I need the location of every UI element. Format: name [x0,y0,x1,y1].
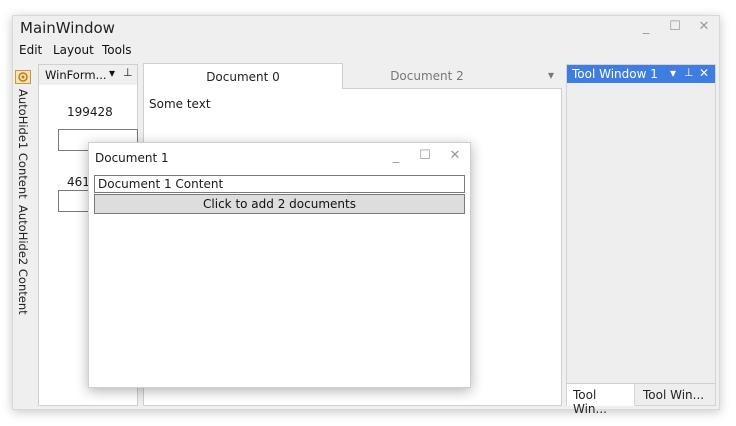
maximize-button[interactable]: ☐ [664,19,686,34]
dropdown-icon[interactable]: ▾ [109,66,115,80]
winforms-panel-header: WinForm... ▾ ⊥ [39,65,137,85]
winforms-icon [18,72,28,82]
floating-close-button[interactable]: ✕ [444,148,466,163]
autohide-item-1[interactable]: AutoHide1 Content [16,89,30,199]
autohide-item-2[interactable]: AutoHide2 Content [16,205,30,315]
winforms-value-2: 461 [67,175,90,189]
winforms-value-1: 199428 [67,105,113,119]
floating-document-window: Document 1 _ ☐ ✕ Document 1 Content Clic… [88,142,471,388]
tool-window-panel [566,64,716,406]
maximize-icon: ☐ [419,148,431,163]
floating-minimize-button[interactable]: _ [385,149,407,164]
document-0-content: Some text [149,97,211,111]
window-title: MainWindow [20,19,115,37]
maximize-icon: ☐ [669,19,681,34]
tool-window-tab-1[interactable]: Tool Win... [567,384,635,416]
tab-document-0[interactable]: Document 0 [143,63,343,89]
menu-edit[interactable]: Edit [19,43,42,57]
tool-window-header: Tool Window 1 ▾ ⊥ ✕ [567,65,715,83]
floating-document-title: Document 1 [95,151,169,165]
minimize-button[interactable]: _ [635,20,657,35]
menu-layout[interactable]: Layout [53,43,94,57]
tool-window-close-icon[interactable]: ✕ [699,66,709,80]
close-button[interactable]: ✕ [693,19,715,34]
menu-tools[interactable]: Tools [102,43,132,57]
minimize-icon: _ [392,149,400,164]
tool-window-dropdown-icon[interactable]: ▾ [670,66,676,80]
tool-window-tab-2[interactable]: Tool Win... [636,384,714,406]
pin-icon[interactable]: ⊥ [123,66,133,79]
tool-window-pin-icon[interactable]: ⊥ [684,66,694,79]
autohide-icon[interactable] [15,70,31,84]
close-icon: ✕ [449,148,461,163]
tab-document-2[interactable]: Document 2 [347,63,507,89]
minimize-icon: _ [642,20,650,35]
document-1-textbox[interactable]: Document 1 Content [94,175,465,193]
close-icon: ✕ [698,19,710,34]
tab-overflow-icon[interactable]: ▾ [548,68,554,82]
add-documents-button[interactable]: Click to add 2 documents [94,194,465,214]
floating-maximize-button[interactable]: ☐ [414,148,436,163]
winforms-panel-title: WinForm... [45,68,107,82]
tool-window-title: Tool Window 1 [572,67,658,81]
